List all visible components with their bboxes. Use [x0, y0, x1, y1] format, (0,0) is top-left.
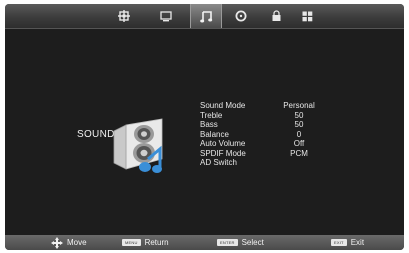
move-arrows-icon	[51, 236, 63, 249]
ad-switch-row[interactable]: AD Switch	[200, 158, 350, 168]
spdif-mode-value: PCM	[290, 148, 308, 158]
footer-hint-bar: Move MENU Return ENTER Select EXIT Exit	[5, 235, 404, 250]
menu-tab-bar	[5, 4, 404, 28]
move-label: Move	[67, 238, 87, 247]
sound-mode-value: Personal	[283, 101, 315, 110]
sound-mode-label: Sound Mode	[200, 101, 246, 110]
tab-screen[interactable]	[151, 4, 181, 28]
return-label: Return	[144, 238, 169, 247]
move-hint: Move	[51, 235, 87, 250]
balance-label: Balance	[200, 129, 229, 139]
tab-picture[interactable]	[109, 4, 139, 28]
clock-icon	[235, 10, 247, 22]
treble-value: 50	[294, 110, 304, 120]
monitor-icon	[160, 10, 172, 21]
bass-row[interactable]: Bass 50	[200, 120, 350, 130]
sound-mode-row[interactable]: Sound Mode Personal	[200, 101, 350, 111]
select-label: Select	[241, 238, 264, 247]
menu-key-badge: MENU	[122, 239, 141, 246]
exit-label: Exit	[350, 238, 365, 247]
treble-row[interactable]: Treble 50	[200, 111, 350, 121]
auto-volume-row[interactable]: Auto Volume Off	[200, 139, 350, 149]
bass-label: Bass	[200, 120, 218, 129]
auto-volume-value: Off	[293, 139, 305, 148]
picture-settings-icon	[118, 10, 130, 22]
section-title: SOUND	[77, 129, 115, 140]
bass-value: 50	[294, 120, 304, 129]
music-note-icon	[199, 10, 212, 22]
exit-hint: EXIT Exit	[331, 235, 364, 250]
return-hint: MENU Return	[122, 235, 169, 250]
speaker-icon	[113, 118, 163, 173]
grid-icon	[302, 11, 312, 21]
sound-settings-list: Sound Mode Personal Treble 50 Bass 50 Ba…	[200, 101, 350, 168]
lock-icon	[272, 10, 280, 21]
tab-sound[interactable]	[190, 4, 222, 28]
exit-key-badge: EXIT	[331, 239, 347, 246]
sound-menu-panel: SOUND Sound Mode Personal Treble 50 Bass…	[5, 29, 404, 235]
balance-row[interactable]: Balance 0	[200, 130, 350, 140]
select-hint: ENTER Select	[217, 235, 264, 250]
tab-lock[interactable]	[261, 4, 291, 28]
treble-label: Treble	[200, 110, 223, 120]
ad-switch-label: AD Switch	[200, 158, 237, 167]
enter-key-badge: ENTER	[217, 239, 238, 246]
tab-setup[interactable]	[292, 4, 322, 28]
spdif-mode-row[interactable]: SPDIF Mode PCM	[200, 149, 350, 159]
spdif-mode-label: SPDIF Mode	[200, 148, 246, 158]
auto-volume-label: Auto Volume	[200, 139, 246, 148]
balance-value: 0	[296, 129, 302, 139]
tv-menu-screen: SOUND Sound Mode Personal Treble 50 Bass…	[5, 4, 404, 250]
tab-time[interactable]	[226, 4, 256, 28]
